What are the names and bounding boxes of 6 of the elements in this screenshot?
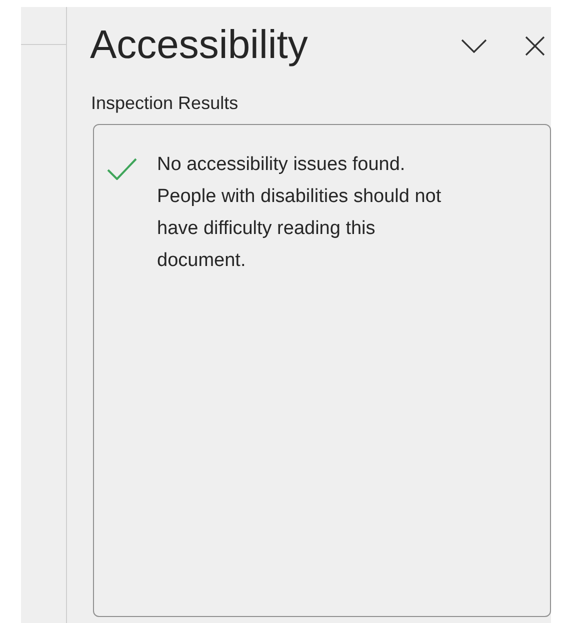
result-message: No accessibility issues found. People with disabilities should not have difficulty reading this document. [157, 153, 442, 273]
checkmark-icon [107, 158, 137, 180]
pane-title: Accessibility [90, 22, 309, 68]
close-icon [525, 36, 545, 56]
chevron-down-icon [461, 39, 487, 53]
section-label: Inspection Results [91, 93, 240, 114]
